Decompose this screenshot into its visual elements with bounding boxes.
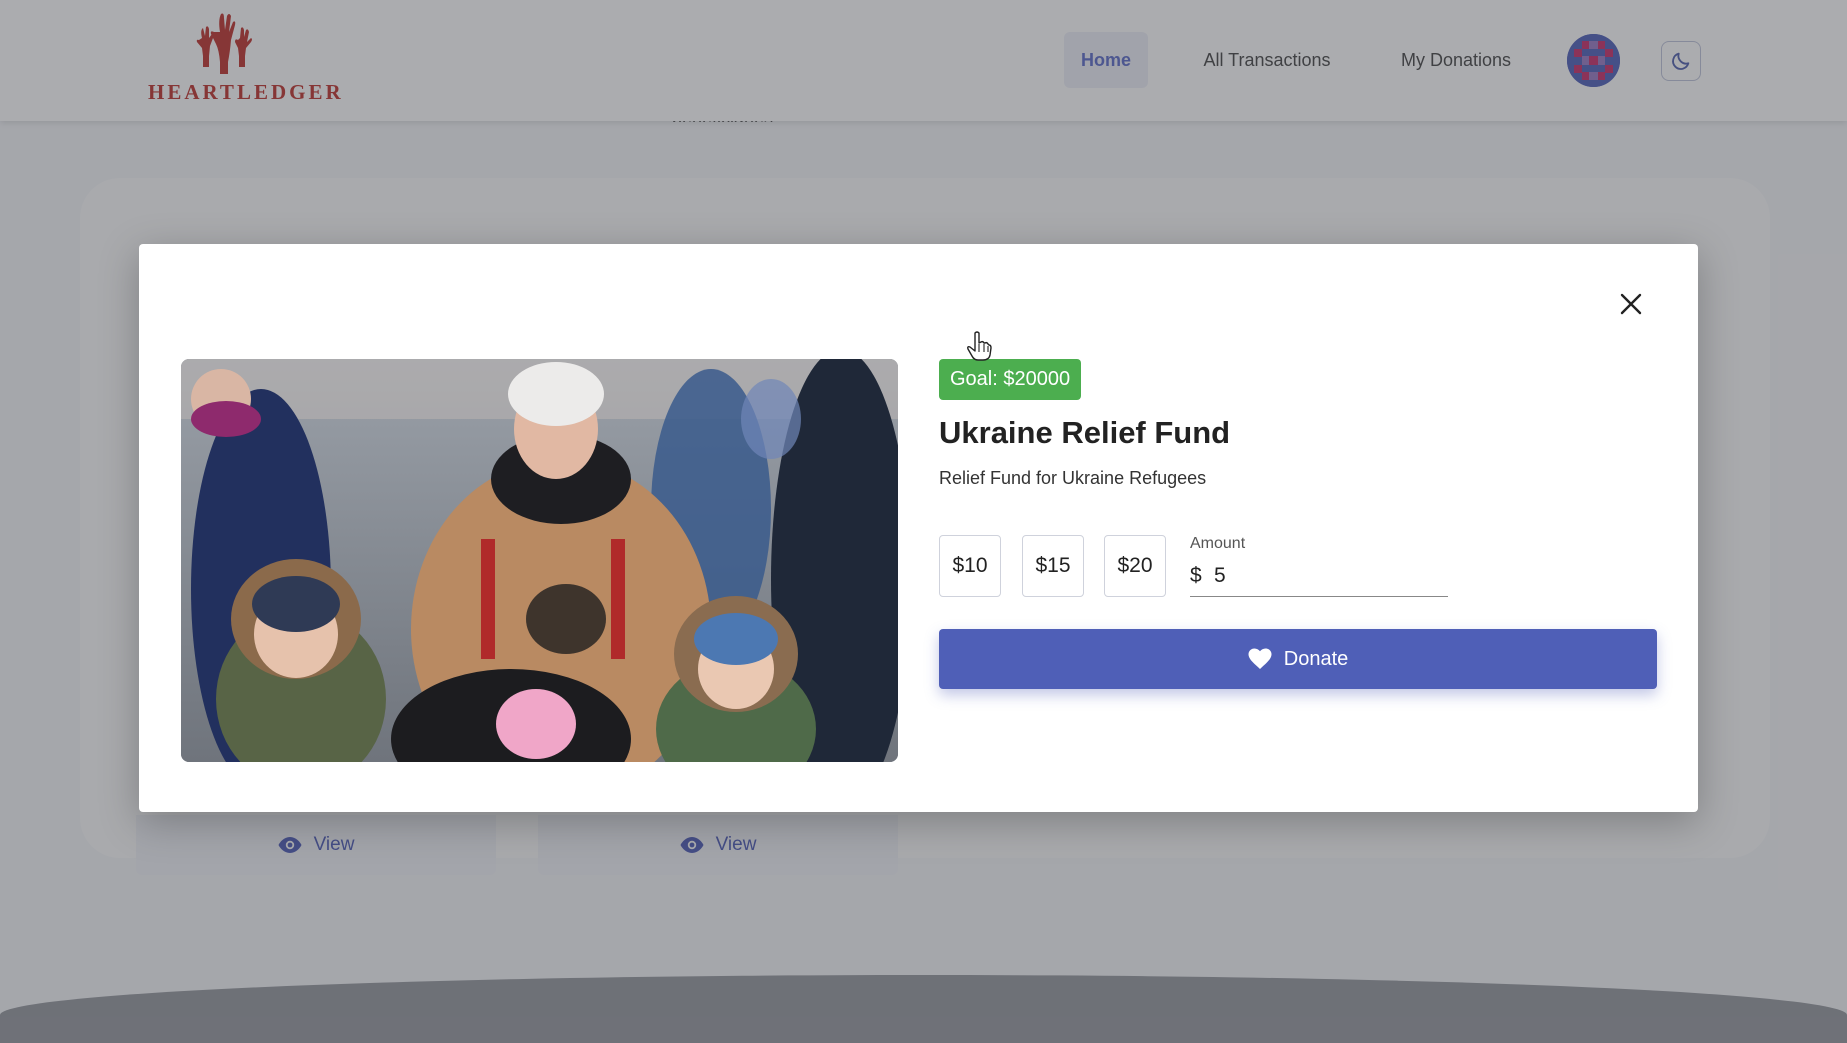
amount-label: Amount [1190, 535, 1246, 552]
campaign-description: Relief Fund for Ukraine Refugees [939, 468, 1207, 488]
close-icon [1620, 293, 1642, 315]
donate-button-label: Donate [1283, 647, 1349, 670]
heart-icon [1248, 648, 1272, 669]
currency-prefix: $ [1190, 564, 1202, 587]
amount-input[interactable] [1214, 561, 1434, 591]
campaign-photo [181, 359, 898, 762]
amount-field: Amount $ [1190, 535, 1448, 597]
close-button[interactable] [1616, 289, 1646, 319]
hand-pointer-icon [967, 331, 992, 361]
preset-amount-10-button[interactable]: $10 [939, 535, 1001, 597]
campaign-info: Goal: $20000 Ukraine Relief Fund Relief … [939, 359, 1657, 689]
preset-amount-15-button[interactable]: $15 [1022, 535, 1084, 597]
donate-button[interactable]: Donate [939, 629, 1657, 689]
campaign-title: Ukraine Relief Fund [939, 415, 1231, 450]
preset-amount-20-button[interactable]: $20 [1104, 535, 1166, 597]
amount-row: $10 $15 $20 Amount $ [939, 535, 1657, 599]
refugee-family-photo [181, 359, 898, 762]
goal-badge: Goal: $20000 [939, 359, 1082, 400]
donation-modal: Goal: $20000 Ukraine Relief Fund Relief … [139, 244, 1698, 812]
